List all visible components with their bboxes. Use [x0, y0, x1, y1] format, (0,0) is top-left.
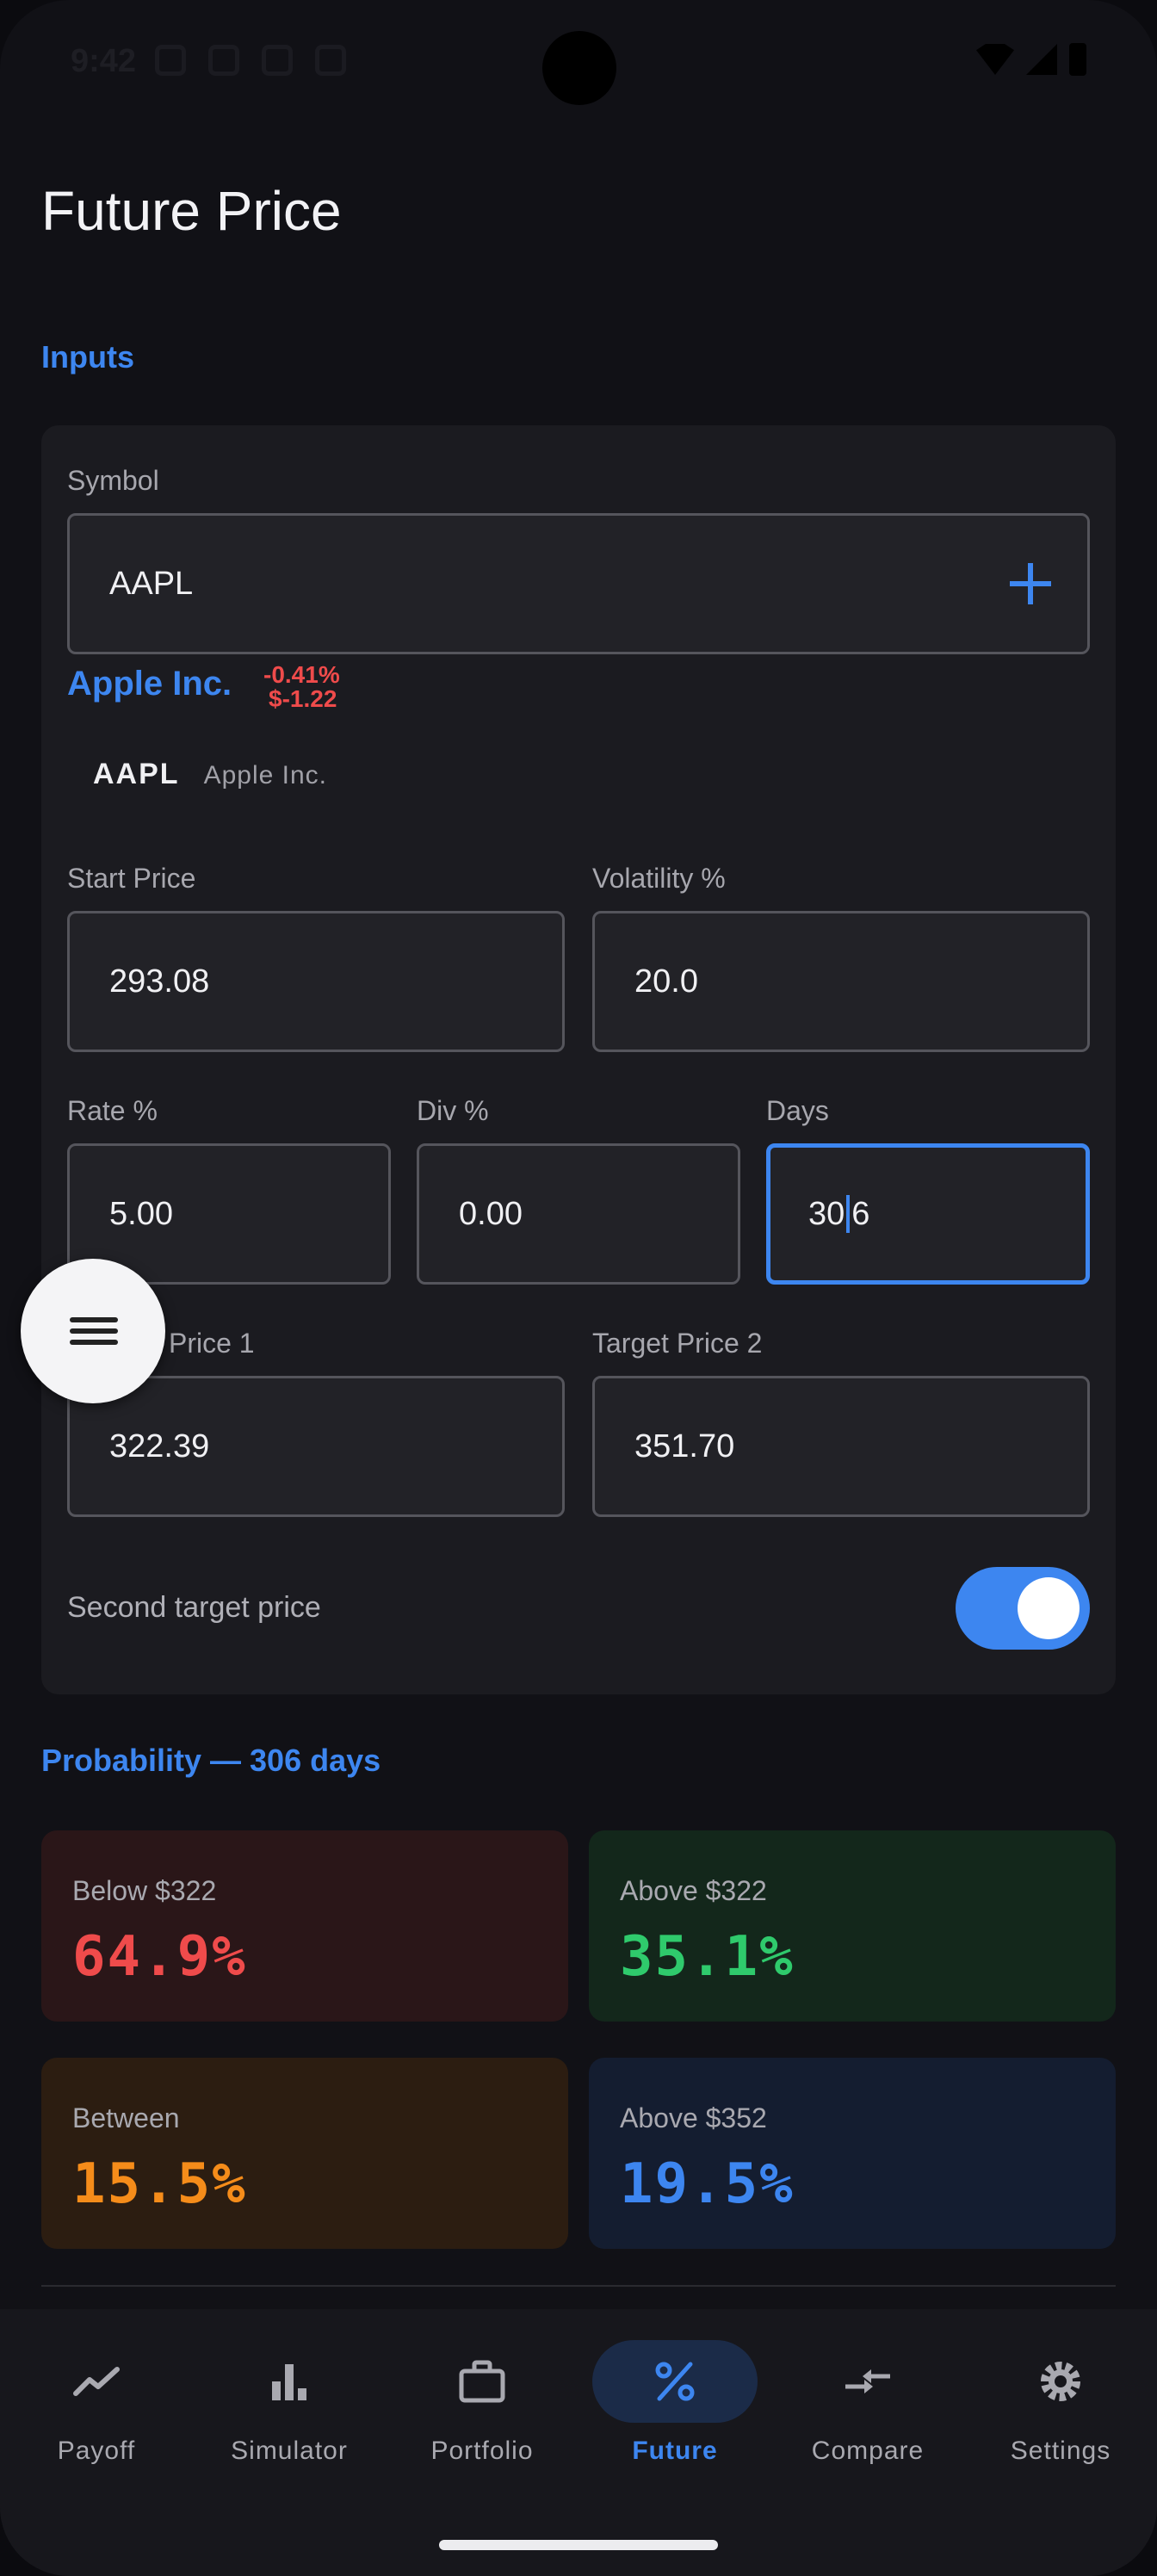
divider — [41, 2285, 1116, 2287]
second-target-label: Second target price — [67, 1591, 321, 1624]
camera-cutout — [542, 31, 616, 105]
percent-icon — [655, 2362, 695, 2401]
menu-icon-bar — [70, 1340, 118, 1345]
company-name: Apple Inc. — [67, 665, 232, 703]
probability-card: Above $352 19.5% — [589, 2058, 1116, 2249]
nav-label: Compare — [811, 2437, 925, 2465]
start-price-label: Start Price — [67, 863, 196, 894]
probability-heading: Probability — 306 days — [41, 1743, 381, 1778]
add-icon[interactable] — [1010, 563, 1051, 604]
status-bar: 9:42 — [0, 0, 1157, 129]
briefcase-icon — [459, 2360, 505, 2403]
suggestion-symbol: AAPL — [93, 758, 180, 790]
start-price-value: 293.08 — [109, 963, 210, 1000]
text-caret — [846, 1195, 851, 1233]
nav-item-payoff[interactable]: Payoff — [0, 2309, 193, 2481]
symbol-suggestion[interactable]: AAPL Apple Inc. — [93, 758, 327, 791]
symbol-label: Symbol — [67, 465, 159, 496]
notification-icons — [155, 45, 346, 76]
nav-item-compare[interactable]: Compare — [771, 2309, 964, 2481]
status-time: 9:42 — [71, 43, 137, 79]
rate-value: 5.00 — [109, 1195, 173, 1232]
probability-value: 19.5% — [620, 2152, 795, 2216]
nav-item-simulator[interactable]: Simulator — [193, 2309, 386, 2481]
compare-arrows-icon — [845, 2369, 890, 2393]
target-price-2-value: 351.70 — [634, 1427, 735, 1464]
nav-item-portfolio[interactable]: Portfolio — [386, 2309, 578, 2481]
probability-card: Above $322 35.1% — [589, 1830, 1116, 2022]
nav-label: Future — [632, 2437, 718, 2465]
nav-label: Payoff — [57, 2437, 136, 2465]
volatility-input[interactable]: 20.0 — [592, 911, 1090, 1052]
change-amount: $-1.22 — [269, 685, 337, 712]
suggestion-name: Apple Inc. — [203, 761, 327, 790]
div-input[interactable]: 0.00 — [417, 1143, 740, 1285]
symbol-input[interactable]: AAPL — [67, 513, 1090, 654]
battery-icon — [1069, 43, 1086, 76]
probability-label: Between — [72, 2102, 180, 2133]
days-value-before: 30 — [808, 1195, 845, 1232]
shield-icon — [208, 45, 239, 76]
days-value-after: 6 — [851, 1195, 870, 1232]
toggle-knob — [1018, 1577, 1080, 1639]
target-price-1-label: Price 1 — [169, 1328, 255, 1359]
target-price-2-label: Target Price 2 — [592, 1328, 763, 1359]
target-price-1-input[interactable]: 322.39 — [67, 1376, 565, 1517]
system-icons — [976, 43, 1086, 76]
menu-fab[interactable] — [21, 1259, 165, 1403]
trending-icon — [73, 2367, 120, 2396]
div-value: 0.00 — [459, 1195, 523, 1232]
probability-label: Above $322 — [620, 1875, 767, 1906]
nav-item-settings[interactable]: Settings — [964, 2309, 1157, 2481]
volatility-label: Volatility % — [592, 863, 726, 894]
probability-value: 64.9% — [72, 1925, 247, 1989]
second-target-toggle[interactable] — [956, 1567, 1090, 1650]
rate-label: Rate % — [67, 1095, 158, 1126]
app-screen: 9:42 Future Price Inputs Symbol AAPL App… — [0, 0, 1157, 2576]
probability-label: Below $322 — [72, 1875, 217, 1906]
target-price-2-input[interactable]: 351.70 — [592, 1376, 1090, 1517]
probability-card: Between 15.5% — [41, 2058, 568, 2249]
home-indicator[interactable] — [439, 2540, 718, 2550]
menu-icon-bar — [70, 1328, 118, 1334]
bottom-navigation: Payoff Simulator Portfolio Future Compare Set… — [0, 2309, 1157, 2576]
target-price-1-value: 322.39 — [109, 1427, 210, 1464]
symbol-value: AAPL — [109, 565, 194, 602]
nav-label: Portfolio — [430, 2437, 534, 2465]
inputs-heading: Inputs — [41, 339, 134, 375]
cellular-icon — [1026, 44, 1057, 75]
nav-item-future[interactable]: Future — [578, 2309, 771, 2481]
wifi-icon — [976, 44, 1014, 75]
start-price-input[interactable]: 293.08 — [67, 911, 565, 1052]
probability-card: Below $322 64.9% — [41, 1830, 568, 2022]
app-notification-icon — [262, 45, 293, 76]
menu-icon — [70, 1317, 118, 1322]
probability-value: 35.1% — [620, 1925, 795, 1989]
probability-value: 15.5% — [72, 2152, 247, 2216]
days-input[interactable]: 30 6 — [766, 1143, 1090, 1285]
gear-icon — [1041, 2362, 1080, 2401]
google-icon — [155, 45, 186, 76]
bar-chart-icon — [272, 2364, 306, 2400]
days-label: Days — [766, 1095, 829, 1126]
probability-label: Above $352 — [620, 2102, 767, 2133]
volatility-value: 20.0 — [634, 963, 698, 1000]
nav-label: Simulator — [231, 2437, 348, 2465]
div-label: Div % — [417, 1095, 489, 1126]
play-icon — [315, 45, 346, 76]
page-title: Future Price — [41, 180, 342, 242]
nav-label: Settings — [1010, 2437, 1111, 2465]
